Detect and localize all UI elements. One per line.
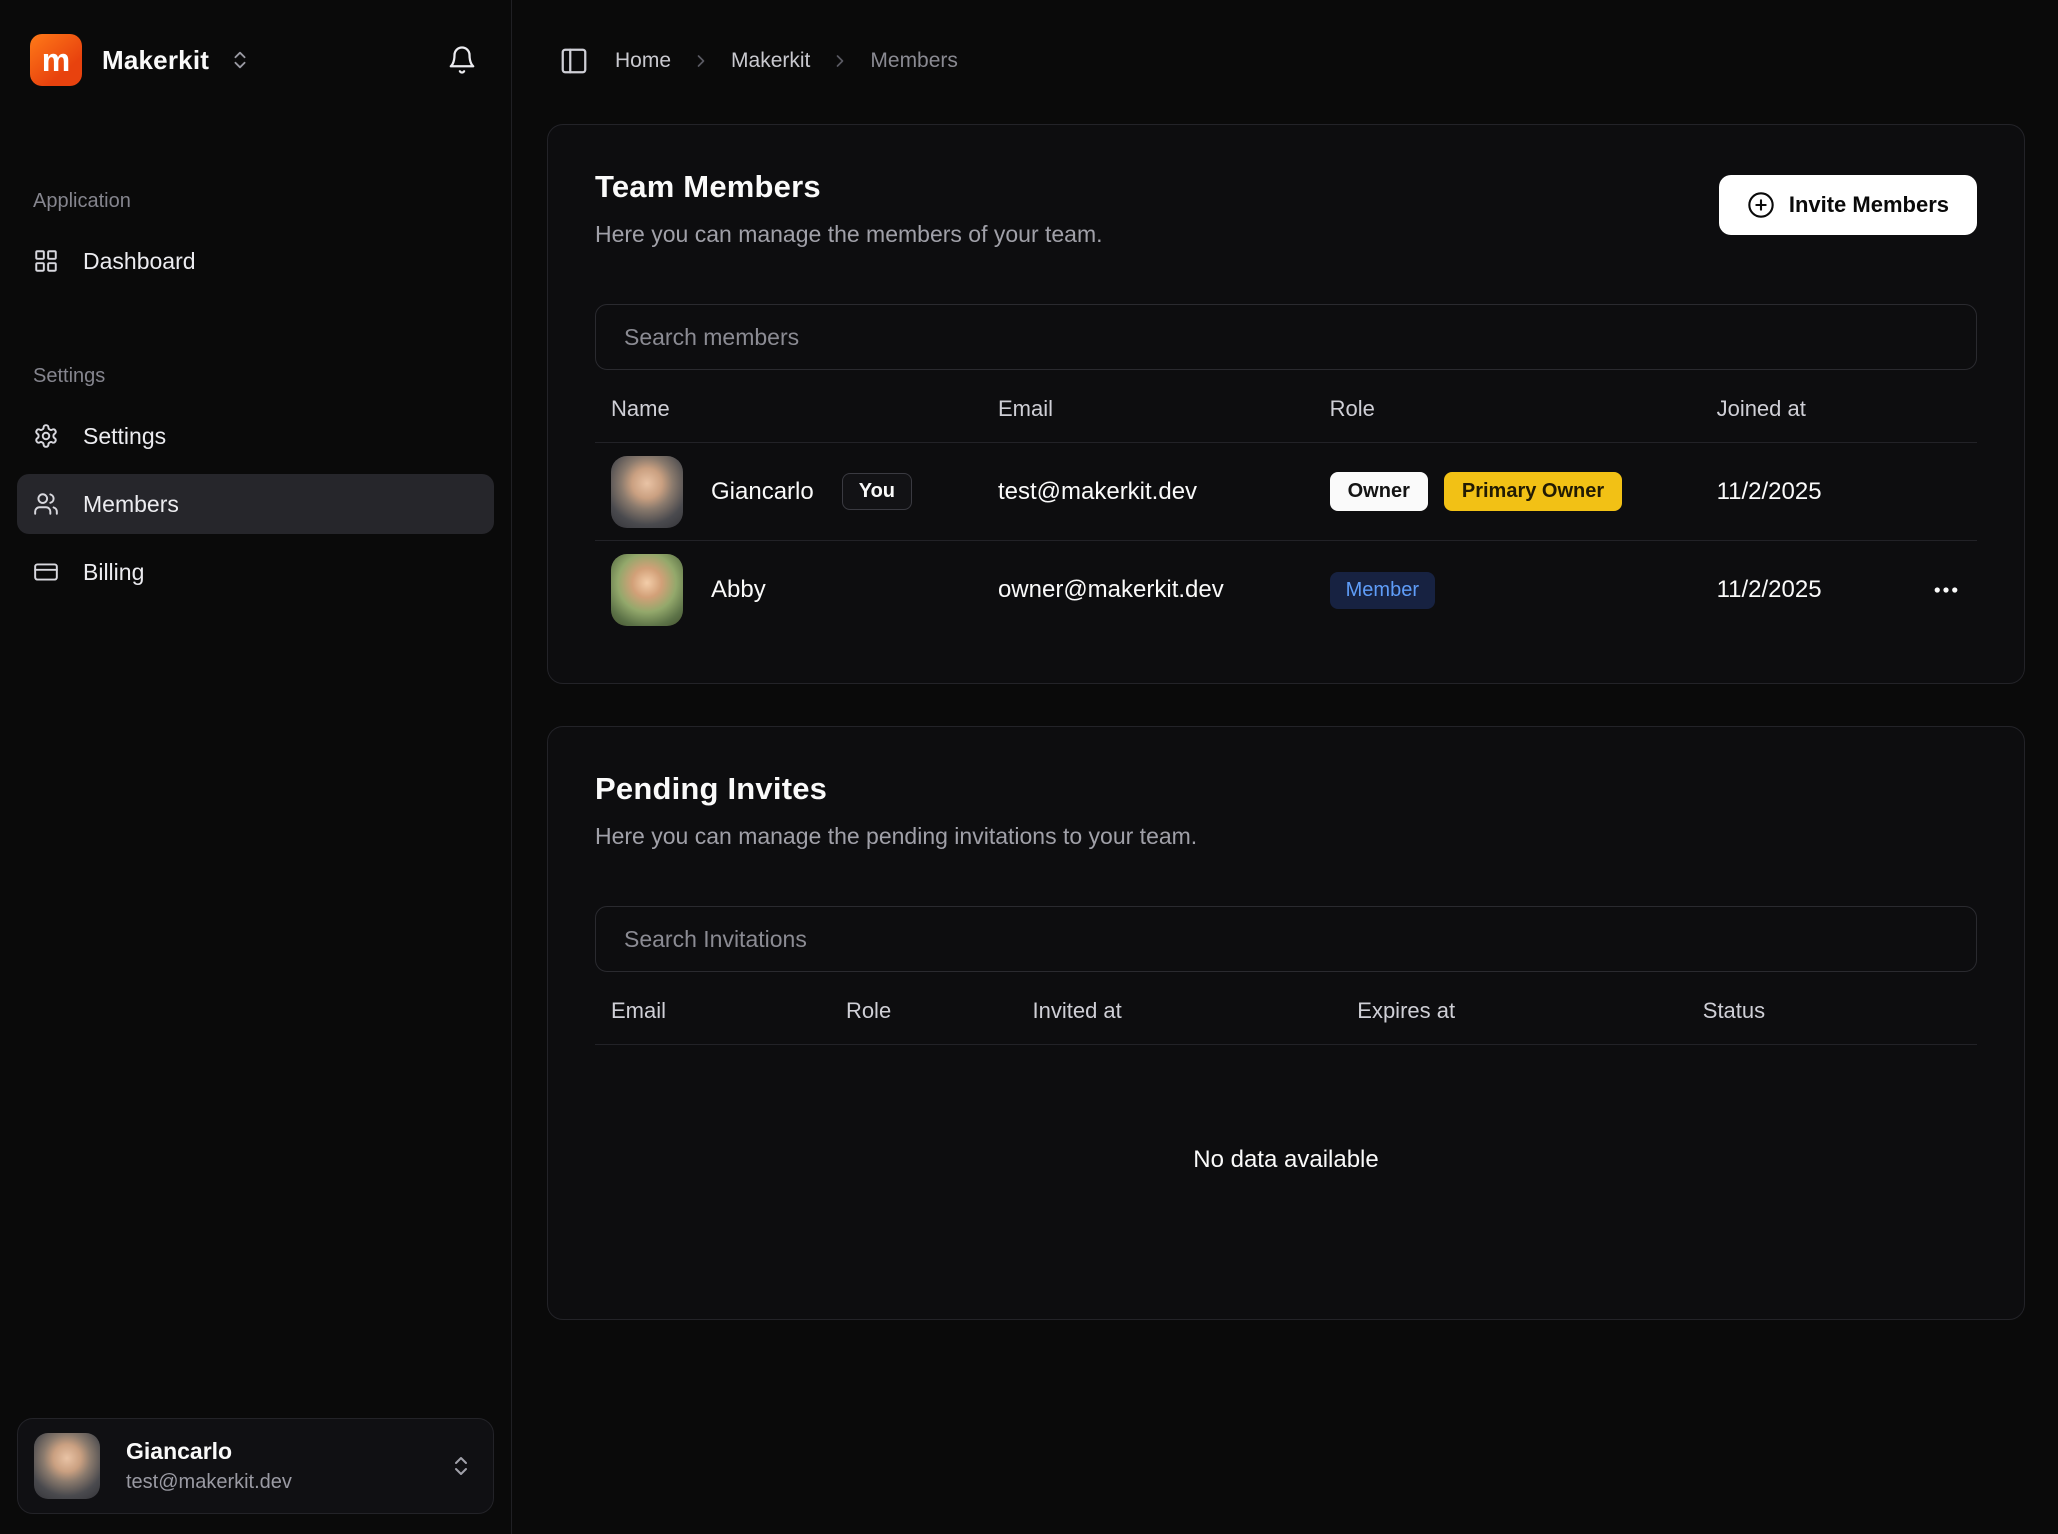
sidebar-item-billing[interactable]: Billing [17,542,494,602]
pending-invites-subtitle: Here you can manage the pending invitati… [595,823,1197,850]
sidebar-item-label: Members [83,491,179,518]
member-joined-cell: 11/2/2025 [1701,478,1977,506]
table-row: Abby owner@makerkit.dev Member 11/2/2025 [595,541,1977,639]
pending-invites-card: Pending Invites Here you can manage the … [547,726,2025,1320]
role-badge-member: Member [1330,572,1435,609]
breadcrumb: Home Makerkit Members [615,49,958,73]
breadcrumb-current: Members [870,49,958,73]
invite-members-label: Invite Members [1789,192,1949,218]
members-table-header: Name Email Role Joined at [595,370,1977,443]
workspace-switcher[interactable]: m Makerkit [30,34,251,86]
you-badge: You [842,473,912,510]
role-badge-owner: Owner [1330,472,1428,511]
team-members-title: Team Members [595,169,1103,205]
nav-section-settings: Settings [33,365,478,388]
user-info: Giancarlo test@makerkit.dev [126,1438,292,1494]
breadcrumb-workspace[interactable]: Makerkit [731,49,810,73]
table-row: Giancarlo You test@makerkit.dev Owner Pr… [595,443,1977,541]
users-icon [33,491,59,517]
member-name-cell: Giancarlo You [595,456,982,528]
member-role-cell: Member [1314,572,1701,609]
column-header-email: Email [595,998,830,1024]
column-header-expires-at: Expires at [1341,998,1687,1024]
sidebar: m Makerkit Application Dashboard Sett [0,0,512,1534]
invites-table-header: Email Role Invited at Expires at Status [595,972,1977,1045]
column-header-invited-at: Invited at [1017,998,1342,1024]
column-header-status: Status [1687,998,1977,1024]
empty-state-message: No data available [595,1045,1977,1275]
column-header-joined-at: Joined at [1701,396,1977,422]
sidebar-item-dashboard[interactable]: Dashboard [17,231,494,291]
column-header-name: Name [595,396,982,422]
member-email: test@makerkit.dev [982,478,1314,506]
sidebar-item-settings[interactable]: Settings [17,406,494,466]
breadcrumb-row: Home Makerkit Members [547,46,2025,76]
sidebar-header: m Makerkit [0,0,511,86]
chevron-up-down-icon [229,49,251,71]
credit-card-icon [33,559,59,585]
pending-invites-title: Pending Invites [595,771,1197,807]
member-name-cell: Abby [595,554,982,626]
chevron-right-icon [830,51,850,71]
member-name: Giancarlo [711,478,814,506]
column-header-role: Role [830,998,1017,1024]
column-header-role: Role [1314,396,1701,422]
avatar [611,456,683,528]
user-avatar [34,1433,100,1499]
makerkit-logo: m [30,34,82,86]
team-members-subtitle: Here you can manage the members of your … [595,221,1103,248]
joined-date: 11/2/2025 [1717,576,1822,604]
team-members-card: Team Members Here you can manage the mem… [547,124,2025,684]
member-name: Abby [711,576,766,604]
nav-section-application: Application [33,190,478,213]
user-email: test@makerkit.dev [126,1471,292,1494]
member-email: owner@makerkit.dev [982,576,1314,604]
member-joined-cell: 11/2/2025 [1701,569,1977,611]
column-header-email: Email [982,396,1314,422]
main-content: Home Makerkit Members Team Members Here … [512,0,2058,1534]
search-invitations-input[interactable] [595,906,1977,972]
chevron-right-icon [691,51,711,71]
pending-invites-header: Pending Invites Here you can manage the … [595,771,1977,850]
workspace-name: Makerkit [102,45,209,76]
notifications-button[interactable] [447,45,477,75]
sidebar-toggle-button[interactable] [559,46,589,76]
sidebar-item-label: Billing [83,559,144,586]
sidebar-item-label: Settings [83,423,166,450]
gear-icon [33,423,59,449]
panel-left-icon [559,46,589,76]
plus-circle-icon [1747,191,1775,219]
sidebar-item-label: Dashboard [83,248,196,275]
app-root: m Makerkit Application Dashboard Sett [0,0,2058,1534]
ellipsis-icon [1931,575,1961,605]
user-menu[interactable]: Giancarlo test@makerkit.dev [17,1418,494,1514]
chevron-up-down-icon [449,1454,473,1478]
role-badge-primary-owner: Primary Owner [1444,472,1622,511]
team-members-header: Team Members Here you can manage the mem… [595,169,1977,248]
row-actions-button[interactable] [1925,569,1967,611]
bell-icon [447,45,477,75]
member-role-cell: Owner Primary Owner [1314,472,1701,511]
joined-date: 11/2/2025 [1717,478,1822,506]
breadcrumb-home[interactable]: Home [615,49,671,73]
avatar [611,554,683,626]
search-members-input[interactable] [595,304,1977,370]
sidebar-nav: Application Dashboard Settings Settings … [0,86,511,610]
sidebar-item-members[interactable]: Members [17,474,494,534]
invite-members-button[interactable]: Invite Members [1719,175,1977,235]
user-name: Giancarlo [126,1438,292,1465]
dashboard-grid-icon [33,248,59,274]
